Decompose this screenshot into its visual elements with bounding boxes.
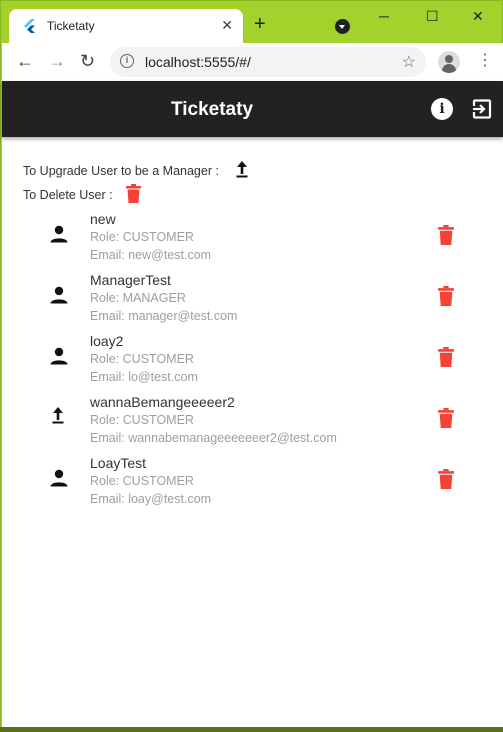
logout-icon[interactable] [472, 99, 492, 119]
delete-user-icon[interactable] [438, 408, 454, 428]
person-icon[interactable] [50, 469, 68, 487]
flutter-icon [24, 19, 35, 33]
reload-button[interactable]: ↻ [80, 51, 95, 71]
user-item[interactable]: ManagerTest Role: MANAGER Email: manager… [2, 272, 503, 332]
back-button[interactable]: ← [16, 51, 34, 71]
user-name: LoayTest [90, 455, 147, 471]
user-item[interactable]: LoayTest Role: CUSTOMER Email: loay@test… [2, 455, 503, 515]
maximize-button[interactable]: ☐ [426, 7, 439, 25]
profile-avatar-icon[interactable] [438, 51, 460, 73]
address-bar[interactable]: i localhost:5555/#/ ☆ [110, 47, 426, 77]
browser-toolbar: ← → ↻ i localhost:5555/#/ ☆ ⋮ [2, 43, 503, 81]
forward-button[interactable]: → [48, 51, 66, 71]
info-icon[interactable]: i [431, 98, 453, 120]
user-role: Role: CUSTOMER [90, 230, 194, 244]
url-text[interactable]: localhost:5555/#/ [145, 54, 251, 70]
browser-tab[interactable]: Ticketaty ✕ [9, 9, 243, 43]
bookmark-star-icon[interactable]: ☆ [402, 52, 416, 72]
tab-title: Ticketaty [47, 19, 95, 33]
upgrade-icon[interactable] [52, 407, 64, 424]
user-name: ManagerTest [90, 272, 171, 288]
user-item[interactable]: wannaBemangeeeeer2 Role: CUSTOMER Email:… [2, 394, 503, 454]
person-icon[interactable] [50, 286, 68, 304]
new-tab-button[interactable]: + [254, 14, 266, 34]
app-title: Ticketaty [170, 99, 254, 120]
user-email: Email: manager@test.com [90, 309, 238, 323]
trash-icon [126, 184, 141, 203]
delete-user-icon[interactable] [438, 286, 454, 306]
user-name: wannaBemangeeeeer2 [90, 394, 235, 410]
person-icon[interactable] [50, 347, 68, 365]
taskbar-edge [0, 727, 503, 732]
user-role: Role: CUSTOMER [90, 352, 194, 366]
browser-menu-icon[interactable]: ⋮ [477, 52, 493, 70]
site-info-icon[interactable]: i [120, 54, 134, 68]
delete-legend-text: To Delete User : [23, 188, 113, 202]
minimize-button[interactable]: ─ [379, 7, 389, 25]
delete-user-icon[interactable] [438, 469, 454, 489]
upgrade-legend-text: To Upgrade User to be a Manager : [23, 164, 219, 178]
user-email: Email: new@test.com [90, 248, 212, 262]
user-role: Role: MANAGER [90, 291, 186, 305]
close-window-button[interactable]: ✕ [472, 7, 484, 25]
user-name: new [90, 211, 116, 227]
browser-window: Ticketaty ✕ + ─ ☐ ✕ ← → ↻ i localhost:55… [0, 0, 503, 732]
user-email: Email: lo@test.com [90, 370, 198, 384]
user-email: Email: wannabemanageeeeeeer2@test.com [90, 431, 337, 445]
delete-user-icon[interactable] [438, 225, 454, 245]
user-name: loay2 [90, 333, 124, 349]
user-item[interactable]: loay2 Role: CUSTOMER Email: lo@test.com [2, 333, 503, 393]
person-icon[interactable] [50, 225, 68, 243]
user-email: Email: loay@test.com [90, 492, 212, 506]
tab-close-icon[interactable]: ✕ [221, 17, 233, 33]
tab-search-icon[interactable] [335, 19, 350, 34]
app-bar: Ticketaty i [2, 81, 503, 137]
app-page: Ticketaty i To Upgrade User to be a Mana… [2, 81, 503, 731]
user-role: Role: CUSTOMER [90, 413, 194, 427]
upgrade-icon [236, 161, 248, 178]
tab-strip: Ticketaty ✕ + ─ ☐ ✕ [1, 1, 503, 43]
delete-user-icon[interactable] [438, 347, 454, 367]
user-item[interactable]: new Role: CUSTOMER Email: new@test.com [2, 211, 503, 271]
user-role: Role: CUSTOMER [90, 474, 194, 488]
